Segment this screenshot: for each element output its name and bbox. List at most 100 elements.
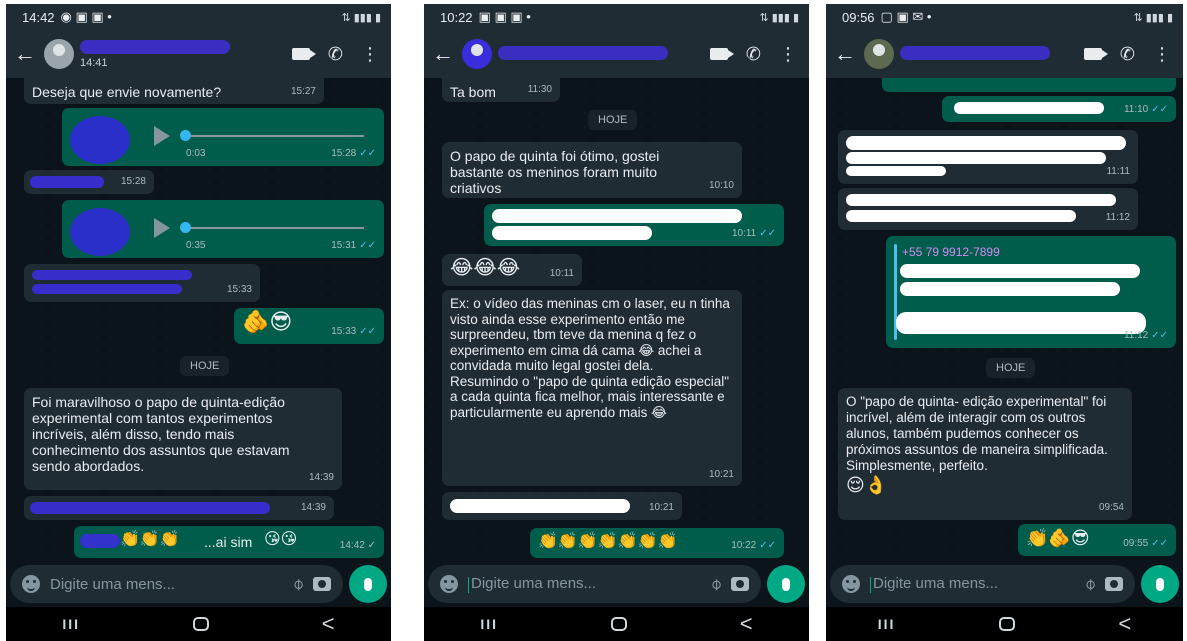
contact-name-block[interactable]: 14:41: [80, 39, 292, 69]
redacted-text: [900, 282, 1120, 296]
message-input[interactable]: Digite uma mens... ⌀: [10, 565, 343, 603]
menu-icon[interactable]: ⋮: [1153, 44, 1171, 65]
mic-button[interactable]: [767, 565, 805, 603]
text-caret: [468, 576, 469, 593]
audio-duration: 0:35: [186, 240, 206, 251]
camera-icon[interactable]: [313, 577, 331, 591]
audio-track[interactable]: [184, 135, 364, 137]
voice-call-icon[interactable]: ✆: [746, 44, 761, 65]
play-icon[interactable]: [154, 126, 170, 146]
message-time: 15:28 ✓✓: [331, 148, 376, 159]
home-icon[interactable]: [192, 617, 209, 631]
home-icon[interactable]: [998, 617, 1015, 631]
status-time: 10:22: [440, 9, 473, 25]
message-emoji: 👏👏👏: [120, 531, 180, 548]
emoji-icon[interactable]: [842, 575, 860, 593]
redacted-text: [846, 166, 946, 176]
mic-button[interactable]: [1141, 565, 1179, 603]
input-placeholder-wrap: Digite uma mens...: [468, 575, 701, 593]
sender-photo-redacted: [70, 116, 130, 164]
outgoing-message: 👏👏👏 ...ai sim 😘😘 14:42 ✓: [74, 526, 384, 558]
video-call-icon[interactable]: [709, 48, 734, 60]
message-time: 10:22 ✓✓: [731, 540, 776, 551]
redacted-text: [846, 194, 1116, 206]
status-bar: 14:42 ◉ ▣ ▣ • ⇅ ▮▮▮ ▮: [6, 4, 391, 30]
redacted-text: [954, 102, 1104, 114]
signal-battery-icon: ⇅ ▮▮▮ ▮: [341, 11, 381, 24]
incoming-emoji-message: 😂😂😂 10:11: [442, 254, 582, 286]
outgoing-voice-message[interactable]: 0:35 15:31 ✓✓: [62, 200, 384, 258]
back-arrow-icon[interactable]: ←: [14, 41, 38, 67]
system-nav-bar: III <: [424, 607, 809, 641]
input-placeholder-wrap: Digite uma mens...: [870, 575, 1075, 593]
redacted-text: [846, 210, 1076, 222]
audio-scrubber[interactable]: [180, 130, 191, 141]
contact-name-redacted: [498, 45, 668, 60]
emoji-icon[interactable]: [22, 575, 40, 593]
input-placeholder: Digite uma mens...: [50, 575, 176, 593]
message-time: 09:54: [1098, 502, 1124, 513]
attach-icon[interactable]: ⌀: [288, 574, 309, 595]
attach-icon[interactable]: ⌀: [1080, 574, 1101, 595]
message-time: 11:30: [527, 84, 552, 95]
chat-area: 11:10 ✓✓ 11:11 11:12 +55 79 9912-7899 11:…: [826, 78, 1183, 561]
nav-back-icon[interactable]: <: [322, 611, 335, 637]
outgoing-message-partial: [882, 78, 1176, 92]
signal-battery-icon: ⇅ ▮▮▮ ▮: [1133, 11, 1173, 24]
message-text: Ta bom: [450, 84, 496, 100]
notification-icons: ◉ ▣ ▣ •: [60, 9, 112, 24]
message-time: 10:10: [708, 180, 734, 191]
message-input[interactable]: Digite uma mens... ⌀: [428, 565, 761, 603]
video-call-icon[interactable]: [1083, 48, 1108, 60]
incoming-message: O "papo de quinta- edição experimental" …: [838, 388, 1132, 520]
chat-area: Ta bom 11:30 HOJE O papo de quinta foi ó…: [424, 78, 809, 561]
nav-back-icon[interactable]: <: [1118, 611, 1131, 637]
voice-call-icon[interactable]: ✆: [1120, 44, 1135, 65]
contact-name-block[interactable]: [498, 45, 710, 63]
recent-apps-icon[interactable]: III: [480, 616, 498, 632]
recent-apps-icon[interactable]: III: [62, 616, 80, 632]
recent-apps-icon[interactable]: III: [878, 616, 896, 632]
redacted-text: [492, 209, 742, 223]
menu-icon[interactable]: ⋮: [779, 44, 797, 65]
attach-icon[interactable]: ⌀: [706, 574, 727, 595]
camera-icon[interactable]: [1105, 577, 1123, 591]
message-text: ...ai sim: [204, 534, 253, 550]
status-bar: 09:56 ▢ ▣ ✉ • ⇅ ▮▮▮ ▮: [826, 4, 1183, 30]
menu-icon[interactable]: ⋮: [361, 44, 379, 65]
outgoing-message-redacted: 11:10 ✓✓: [942, 96, 1176, 122]
incoming-message-redacted: 10:21: [442, 492, 682, 520]
play-icon[interactable]: [154, 218, 170, 238]
home-icon[interactable]: [610, 617, 627, 631]
nav-back-icon[interactable]: <: [740, 611, 753, 637]
camera-icon[interactable]: [731, 577, 749, 591]
message-input[interactable]: Digite uma mens... ⌀: [830, 565, 1135, 603]
incoming-message: Foi maravilhoso o papo de quinta-edição …: [24, 388, 342, 490]
contact-name-block[interactable]: [900, 45, 1084, 63]
back-arrow-icon[interactable]: ←: [432, 41, 456, 67]
message-time: 10:11 ✓✓: [731, 228, 776, 239]
voice-call-icon[interactable]: ✆: [328, 44, 343, 65]
message-time: 11:12 ✓✓: [1123, 330, 1168, 341]
phone-screenshot-3: 09:56 ▢ ▣ ✉ • ⇅ ▮▮▮ ▮ ← ✆ ⋮ 11:10 ✓✓ 11:11: [826, 4, 1183, 641]
contact-avatar[interactable]: [864, 39, 894, 69]
message-emoji: 😂: [638, 342, 655, 358]
audio-scrubber[interactable]: [180, 222, 191, 233]
message-input-bar: Digite uma mens... ⌀: [10, 565, 387, 603]
mic-button[interactable]: [349, 565, 387, 603]
incoming-message-redacted: 15:33: [24, 264, 260, 302]
message-emoji: 👏👏👏👏👏👏👏: [538, 533, 678, 550]
back-arrow-icon[interactable]: ←: [834, 41, 858, 67]
video-call-icon[interactable]: [291, 48, 316, 60]
contact-avatar[interactable]: [44, 39, 74, 69]
phone-screenshot-1: 14:42 ◉ ▣ ▣ • ⇅ ▮▮▮ ▮ ← 14:41 ✆ ⋮ Deseja …: [6, 4, 391, 641]
system-nav-bar: III <: [6, 607, 391, 641]
message-time: 11:11: [1106, 166, 1130, 177]
contact-avatar-redacted[interactable]: [462, 39, 492, 69]
incoming-message: O papo de quinta foi ótimo, gostei basta…: [442, 142, 742, 198]
message-time: 15:33 ✓✓: [331, 326, 376, 337]
audio-track[interactable]: [184, 227, 364, 229]
emoji-icon[interactable]: [440, 575, 458, 593]
outgoing-voice-message[interactable]: 0:03 15:28 ✓✓: [62, 108, 384, 166]
phone-screenshot-2: 10:22 ▣ ▣ ▣ • ⇅ ▮▮▮ ▮ ← ✆ ⋮ Ta bom 11:30 …: [424, 4, 809, 641]
